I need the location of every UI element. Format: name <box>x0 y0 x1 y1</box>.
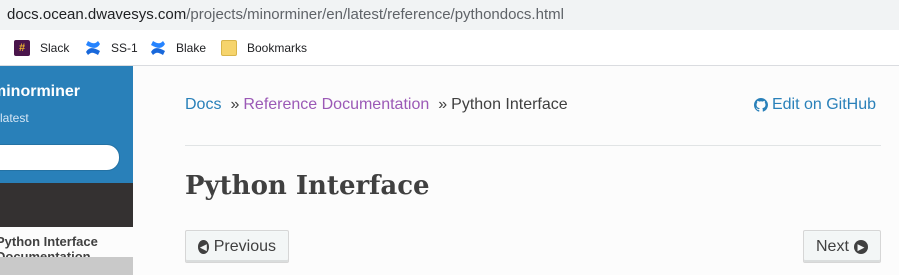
bookmarks-bar: # Slack SS-1 Blake Bookmarks <box>0 30 899 66</box>
previous-button[interactable]: ◀ Previous <box>185 230 289 263</box>
confluence-icon <box>150 40 166 56</box>
folder-icon <box>221 39 237 56</box>
breadcrumb-docs-link[interactable]: Docs <box>185 96 221 113</box>
version-label: latest <box>0 111 29 125</box>
github-icon <box>753 98 768 112</box>
breadcrumb-reference-link[interactable]: Reference Documentation <box>243 96 429 113</box>
url-path: /projects/minorminer/en/latest/reference… <box>186 6 564 23</box>
slack-icon: # <box>14 39 30 56</box>
divider <box>185 145 881 146</box>
url-host: docs.ocean.dwavesys.com <box>7 6 187 23</box>
bookmark-label: Bookmarks <box>247 40 308 55</box>
sidebar-subnav <box>0 257 133 275</box>
breadcrumb: Docs» Reference Documentation» Python Inte… <box>185 96 568 114</box>
github-link-label: Edit on GitHub <box>771 96 876 113</box>
sidebar-header: minorminer latest <box>0 66 133 183</box>
bookmark-slack[interactable]: # Slack <box>14 30 69 65</box>
bookmark-folder[interactable]: Bookmarks <box>221 30 307 65</box>
breadcrumb-separator: » <box>230 96 240 113</box>
next-button[interactable]: Next ▶ <box>803 230 881 263</box>
bookmark-label: SS-1 <box>111 40 138 55</box>
bookmark-ss-1[interactable]: SS-1 <box>85 30 138 65</box>
sidebar: minorminer latest Python Interface Docum… <box>0 66 133 275</box>
page-title: Python Interface <box>185 171 430 201</box>
search-input[interactable] <box>0 144 120 171</box>
bookmark-blake[interactable]: Blake <box>150 30 206 65</box>
sidebar-item-current[interactable]: Python Interface Documentation <box>0 227 133 264</box>
next-label: Next <box>816 237 849 255</box>
breadcrumb-current: Python Interface <box>451 96 568 113</box>
breadcrumb-separator: » <box>438 96 448 113</box>
confluence-icon <box>85 40 101 56</box>
project-title[interactable]: minorminer <box>0 83 80 101</box>
previous-label: Previous <box>213 237 276 255</box>
arrow-right-icon: ▶ <box>853 239 868 254</box>
bookmark-label: Blake <box>176 40 207 55</box>
sidebar-nav-dark <box>0 183 133 227</box>
arrow-left-icon: ◀ <box>198 239 209 254</box>
bookmark-label: Slack <box>40 40 70 55</box>
address-bar[interactable]: docs.ocean.dwavesys.com/projects/minormi… <box>0 0 899 30</box>
edit-on-github-link[interactable]: Edit on GitHub <box>753 96 876 114</box>
